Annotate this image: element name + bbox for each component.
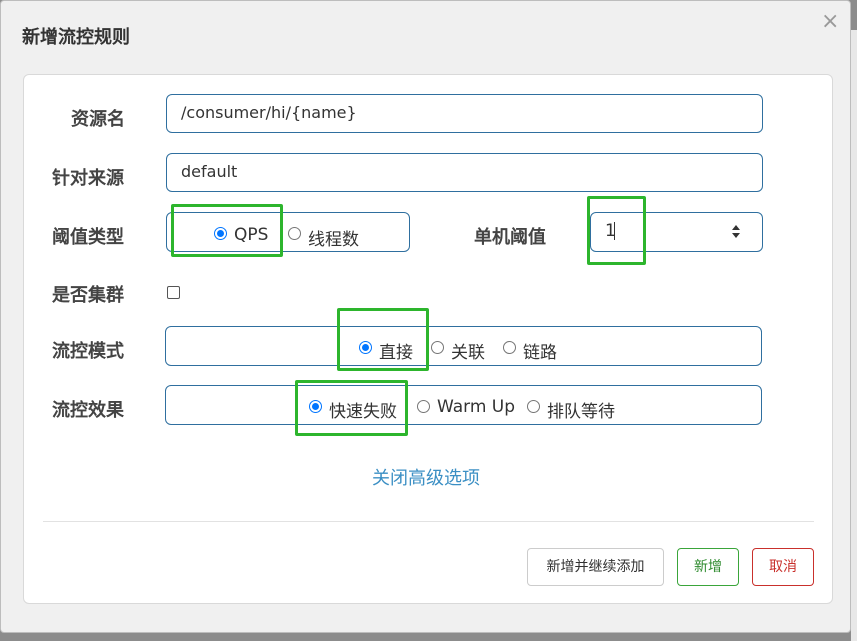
cancel-button[interactable]: 取消 xyxy=(752,548,814,586)
control-effect-warmup-radio[interactable] xyxy=(417,400,430,413)
advanced-options-toggle[interactable]: 关闭高级选项 xyxy=(372,464,480,490)
threshold-highlight-box xyxy=(587,196,646,265)
control-mode-relate-radio[interactable] xyxy=(431,341,444,354)
add-button[interactable]: 新增 xyxy=(677,548,739,586)
dialog-title: 新增流控规则 xyxy=(22,27,130,48)
add-and-continue-button[interactable]: 新增并继续添加 xyxy=(527,548,664,586)
threshold-type-label: 阈值类型 xyxy=(52,227,124,248)
threshold-type-thread-radio[interactable] xyxy=(288,227,301,240)
cluster-checkbox[interactable] xyxy=(167,286,180,299)
control-effect-label: 流控效果 xyxy=(52,400,124,421)
threshold-type-thread-label: 线程数 xyxy=(308,230,359,250)
qps-highlight-box xyxy=(171,204,283,257)
resource-name-input[interactable]: /consumer/hi/{name} xyxy=(166,94,763,133)
control-effect-queue-label: 排队等待 xyxy=(547,402,615,422)
resource-name-label: 资源名 xyxy=(71,109,125,130)
control-effect-queue-radio[interactable] xyxy=(527,400,540,413)
close-icon[interactable]: × xyxy=(821,9,839,35)
origin-label: 针对来源 xyxy=(52,168,124,189)
cluster-label: 是否集群 xyxy=(52,285,124,306)
origin-input[interactable]: default xyxy=(166,153,763,192)
control-effect-warmup-label: Warm Up xyxy=(437,397,516,417)
control-mode-relate-label: 关联 xyxy=(451,343,485,363)
add-flow-rule-dialog: 新增流控规则 × 资源名 /consumer/hi/{name} 针对来源 de… xyxy=(0,0,851,633)
footer-divider xyxy=(43,521,814,522)
background-page-edge xyxy=(851,30,857,641)
number-spinner-icon[interactable] xyxy=(730,222,742,242)
control-mode-label: 流控模式 xyxy=(52,341,124,362)
fail-fast-highlight-box xyxy=(295,380,408,436)
control-mode-chain-label: 链路 xyxy=(523,343,557,363)
single-threshold-label: 单机阈值 xyxy=(474,227,546,248)
control-mode-chain-radio[interactable] xyxy=(503,341,516,354)
direct-highlight-box xyxy=(337,308,429,371)
